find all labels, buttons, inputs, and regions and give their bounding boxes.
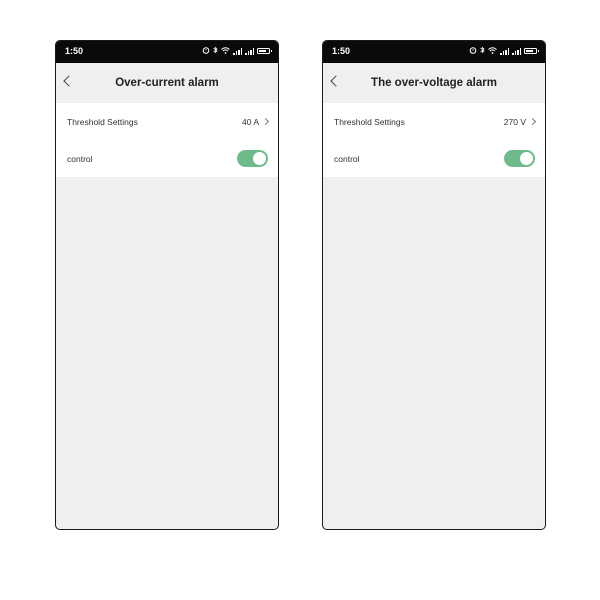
threshold-value-wrap: 40 A [241, 116, 270, 127]
threshold-settings-label: Threshold Settings [334, 116, 405, 127]
wifi-icon [221, 46, 230, 56]
settings-list: Threshold Settings 40 A control [56, 103, 278, 177]
settings-list: Threshold Settings 270 V control [323, 103, 545, 177]
control-row: control [56, 140, 278, 177]
alarm-clock-icon [202, 46, 210, 56]
signal-bars-5g-icon [245, 47, 254, 55]
control-label: control [334, 153, 360, 164]
status-bar: 1:50 [56, 41, 278, 63]
bluetooth-icon [480, 46, 485, 56]
threshold-value: 40 A [241, 116, 259, 127]
threshold-settings-label: Threshold Settings [67, 116, 138, 127]
header: Over-current alarm [56, 63, 278, 103]
page-title: Over-current alarm [115, 77, 219, 89]
status-icons [469, 46, 539, 56]
signal-bars-5g-icon [512, 47, 521, 55]
chevron-right-icon [261, 117, 270, 126]
alarm-clock-icon [469, 46, 477, 56]
toggle-knob [253, 152, 266, 165]
threshold-value: 270 V [503, 116, 526, 127]
status-bar: 1:50 [323, 41, 545, 63]
wifi-icon [488, 46, 497, 56]
chevron-right-icon [528, 117, 537, 126]
phone-screen-over-voltage: 1:50 The over-voltage alarm Threshold Se… [322, 40, 546, 530]
signal-bars-icon [233, 47, 242, 55]
back-arrow-icon[interactable] [330, 75, 342, 87]
phone-screen-over-current: 1:50 Over-current alarm Threshold Settin… [55, 40, 279, 530]
header: The over-voltage alarm [323, 63, 545, 103]
threshold-value-wrap: 270 V [503, 116, 537, 127]
status-time: 1:50 [65, 46, 84, 56]
control-label: control [67, 153, 93, 164]
control-row: control [323, 140, 545, 177]
back-arrow-icon[interactable] [63, 75, 75, 87]
battery-icon [257, 48, 272, 54]
control-toggle[interactable] [504, 150, 535, 167]
threshold-settings-row[interactable]: Threshold Settings 270 V [323, 103, 545, 140]
threshold-settings-row[interactable]: Threshold Settings 40 A [56, 103, 278, 140]
control-toggle[interactable] [237, 150, 268, 167]
battery-icon [524, 48, 539, 54]
bluetooth-icon [213, 46, 218, 56]
toggle-knob [520, 152, 533, 165]
status-icons [202, 46, 272, 56]
signal-bars-icon [500, 47, 509, 55]
page-title: The over-voltage alarm [371, 77, 497, 89]
status-time: 1:50 [332, 46, 351, 56]
